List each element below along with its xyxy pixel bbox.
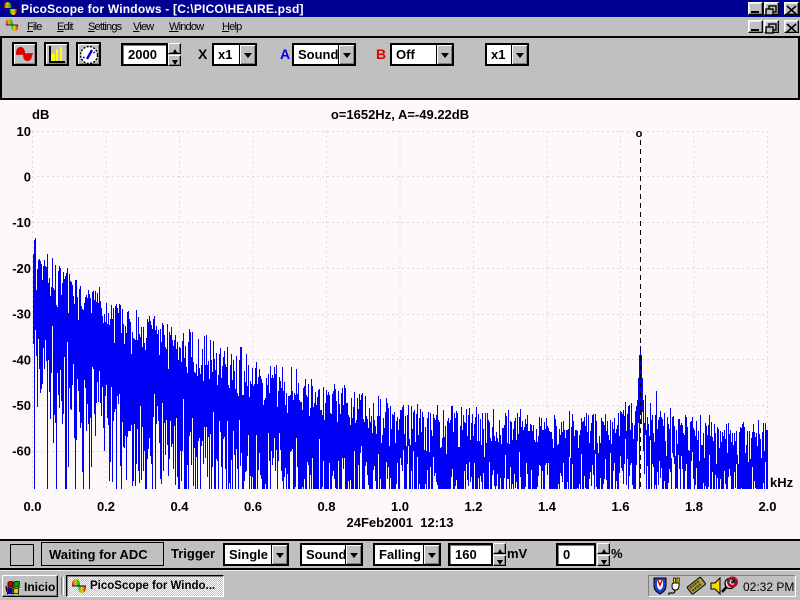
svg-text:o=1652Hz, A=-49.22dB: o=1652Hz, A=-49.22dB bbox=[331, 107, 469, 122]
svg-text:kHz: kHz bbox=[770, 475, 794, 490]
svg-text:1.8: 1.8 bbox=[685, 499, 703, 514]
svg-text:-60: -60 bbox=[12, 444, 31, 459]
svg-text:0.2: 0.2 bbox=[97, 499, 115, 514]
svg-text:1.6: 1.6 bbox=[611, 499, 629, 514]
svg-text:0.6: 0.6 bbox=[244, 499, 262, 514]
svg-text:-10: -10 bbox=[12, 215, 31, 230]
svg-text:-50: -50 bbox=[12, 398, 31, 413]
svg-text:0.8: 0.8 bbox=[317, 499, 335, 514]
svg-text:0.0: 0.0 bbox=[23, 499, 41, 514]
svg-text:-30: -30 bbox=[12, 307, 31, 322]
svg-text:o: o bbox=[636, 128, 643, 140]
svg-text:0: 0 bbox=[24, 170, 31, 185]
svg-text:-20: -20 bbox=[12, 261, 31, 276]
svg-text:0.4: 0.4 bbox=[170, 499, 189, 514]
svg-text:1.4: 1.4 bbox=[538, 499, 557, 514]
svg-text:1.0: 1.0 bbox=[391, 499, 409, 514]
svg-text:10: 10 bbox=[17, 124, 31, 139]
svg-text:1.2: 1.2 bbox=[464, 499, 482, 514]
svg-text:2.0: 2.0 bbox=[758, 499, 776, 514]
svg-text:dB: dB bbox=[32, 107, 49, 122]
svg-text:24Feb2001 12:13: 24Feb2001 12:13 bbox=[347, 515, 454, 530]
svg-text:-40: -40 bbox=[12, 352, 31, 367]
